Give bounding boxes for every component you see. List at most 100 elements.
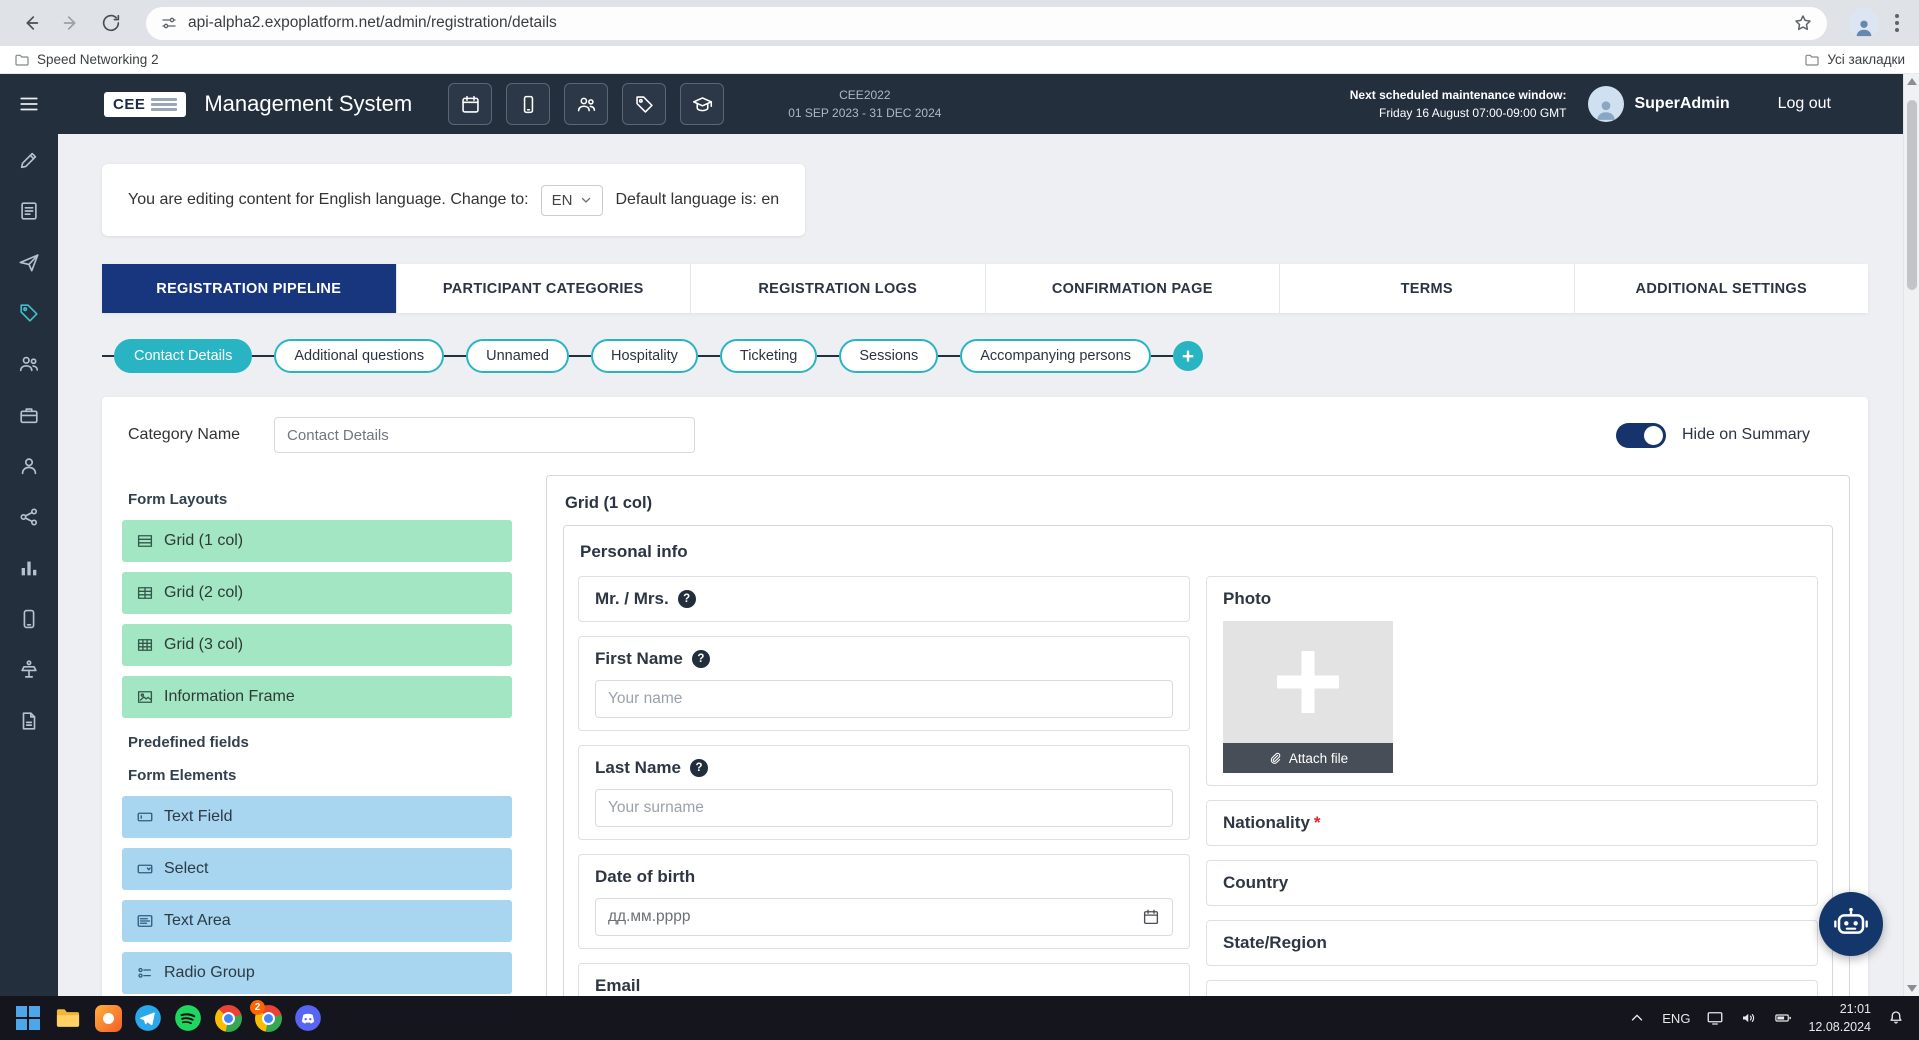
step-unnamed[interactable]: Unnamed: [466, 339, 569, 373]
layout-grid-2-col[interactable]: Grid (2 col): [122, 572, 512, 614]
hide-on-summary-toggle[interactable]: [1616, 423, 1666, 448]
last-name-input[interactable]: [595, 789, 1173, 827]
speaker-icon[interactable]: [1740, 1009, 1758, 1027]
sidebar-item-mobile-app[interactable]: [0, 593, 58, 644]
keyboard-language[interactable]: ENG: [1662, 1011, 1690, 1026]
add-step-button[interactable]: +: [1173, 341, 1203, 371]
form-elements-heading: Form Elements: [128, 767, 512, 784]
category-name-input[interactable]: [274, 417, 695, 453]
field-card-photo[interactable]: Photo Attach file: [1206, 576, 1818, 786]
chrome-profile-button[interactable]: 2: [248, 996, 288, 1040]
tab-participant-categories[interactable]: PARTICIPANT CATEGORIES: [397, 264, 692, 313]
browser-forward-button[interactable]: [54, 6, 88, 40]
step-contact-details[interactable]: Contact Details: [114, 339, 252, 373]
tags-button[interactable]: [622, 83, 666, 125]
sidebar-item-edit[interactable]: [0, 134, 58, 185]
step-sessions[interactable]: Sessions: [839, 339, 938, 373]
browser-profile-avatar[interactable]: [1849, 8, 1879, 38]
browser-reload-button[interactable]: [94, 6, 128, 40]
layout-grid-1-col[interactable]: Grid (1 col): [122, 520, 512, 562]
field-card-last-name[interactable]: Last Name?: [578, 745, 1190, 840]
telegram-button[interactable]: [128, 996, 168, 1040]
forward-icon: [60, 12, 82, 34]
bookmark-folder-speed-networking[interactable]: Speed Networking 2: [14, 52, 159, 68]
field-card-city[interactable]: City: [1206, 980, 1818, 996]
field-card-country[interactable]: Country: [1206, 860, 1818, 906]
language-select[interactable]: EN: [541, 185, 604, 216]
scrollbar-thumb[interactable]: [1907, 100, 1917, 290]
page-scrollbar[interactable]: [1903, 74, 1919, 996]
calendar-button[interactable]: [448, 83, 492, 125]
layout-information-frame[interactable]: Information Frame: [122, 676, 512, 718]
first-name-input[interactable]: [595, 680, 1173, 718]
element-radio-group[interactable]: Radio Group: [122, 952, 512, 994]
field-card-title[interactable]: Mr. / Mrs.?: [578, 576, 1190, 622]
display-icon[interactable]: [1706, 1009, 1724, 1027]
sidebar-menu-button[interactable]: [0, 74, 58, 134]
tab-registration-logs[interactable]: REGISTRATION LOGS: [691, 264, 986, 313]
sidebar-item-sessions[interactable]: [0, 644, 58, 695]
scroll-down-arrow[interactable]: [1907, 985, 1917, 992]
element-text-field[interactable]: Text Field: [122, 796, 512, 838]
photo-upload-area[interactable]: [1223, 621, 1393, 743]
tab-confirmation-page[interactable]: CONFIRMATION PAGE: [986, 264, 1281, 313]
layout-grid-3-col[interactable]: Grid (3 col): [122, 624, 512, 666]
tab-terms[interactable]: TERMS: [1280, 264, 1575, 313]
sidebar-item-tags[interactable]: [0, 287, 58, 338]
spotify-button[interactable]: [168, 996, 208, 1040]
tab-registration-pipeline[interactable]: REGISTRATION PIPELINE: [102, 264, 397, 313]
step-connector: [569, 355, 591, 357]
event-dates: 01 SEP 2023 - 31 DEC 2024: [788, 104, 941, 122]
file-explorer-button[interactable]: [48, 996, 88, 1040]
sidebar-item-reports[interactable]: [0, 695, 58, 746]
step-ticketing[interactable]: Ticketing: [720, 339, 817, 373]
orange-app-button[interactable]: [88, 996, 128, 1040]
chatbot-button[interactable]: [1819, 892, 1883, 956]
attach-file-button[interactable]: Attach file: [1223, 743, 1393, 773]
help-icon[interactable]: ?: [690, 759, 708, 777]
sidebar-item-networking[interactable]: [0, 491, 58, 542]
battery-icon[interactable]: [1774, 1009, 1792, 1027]
sidebar-item-analytics[interactable]: [0, 542, 58, 593]
sidebar-item-travel[interactable]: [0, 236, 58, 287]
sidebar-item-attendees[interactable]: [0, 338, 58, 389]
step-additional-questions[interactable]: Additional questions: [274, 339, 444, 373]
notifications-bell-icon[interactable]: [1887, 1009, 1905, 1027]
help-icon[interactable]: ?: [678, 590, 696, 608]
clock[interactable]: 21:01 12.08.2024: [1808, 1000, 1871, 1036]
chevron-up-icon[interactable]: [1628, 1009, 1646, 1027]
bookmark-star-icon[interactable]: [1793, 13, 1813, 33]
scroll-up-arrow[interactable]: [1907, 78, 1917, 85]
field-card-first-name[interactable]: First Name?: [578, 636, 1190, 731]
field-card-nationality[interactable]: Nationality*: [1206, 800, 1818, 846]
field-card-email[interactable]: Email: [578, 963, 1190, 996]
education-button[interactable]: [680, 83, 724, 125]
mobile-button[interactable]: [506, 83, 550, 125]
all-bookmarks-button[interactable]: Усі закладки: [1804, 52, 1905, 68]
form-canvas[interactable]: Grid (1 col) Personal info Mr. / Mrs.?: [546, 475, 1850, 996]
discord-button[interactable]: [288, 996, 328, 1040]
browser-back-button[interactable]: [14, 6, 48, 40]
calendar-icon[interactable]: [1142, 908, 1160, 926]
taskbar: 2 ENG 21:01 12.08.2024: [0, 996, 1919, 1040]
address-bar[interactable]: api-alpha2.expoplatform.net/admin/regist…: [146, 7, 1827, 40]
start-button[interactable]: [8, 996, 48, 1040]
sidebar-item-exhibitors[interactable]: [0, 389, 58, 440]
chrome-button[interactable]: [208, 996, 248, 1040]
personal-info-group[interactable]: Personal info Mr. / Mrs.? First Name?: [563, 525, 1833, 996]
field-card-date-of-birth[interactable]: Date of birth дд.мм.рррр: [578, 854, 1190, 949]
help-icon[interactable]: ?: [692, 650, 710, 668]
attendees-button[interactable]: [564, 83, 608, 125]
date-of-birth-input[interactable]: дд.мм.рррр: [595, 898, 1173, 936]
step-accompanying-persons[interactable]: Accompanying persons: [960, 339, 1151, 373]
element-select[interactable]: Select: [122, 848, 512, 890]
logout-button[interactable]: Log out: [1778, 95, 1831, 113]
field-card-state-region[interactable]: State/Region: [1206, 920, 1818, 966]
sidebar-item-speakers[interactable]: [0, 440, 58, 491]
user-avatar[interactable]: [1588, 86, 1624, 122]
sidebar-item-forms[interactable]: [0, 185, 58, 236]
tab-additional-settings[interactable]: ADDITIONAL SETTINGS: [1575, 264, 1869, 313]
element-text-area[interactable]: Text Area: [122, 900, 512, 942]
browser-menu-button[interactable]: [1889, 8, 1905, 38]
step-hospitality[interactable]: Hospitality: [591, 339, 698, 373]
